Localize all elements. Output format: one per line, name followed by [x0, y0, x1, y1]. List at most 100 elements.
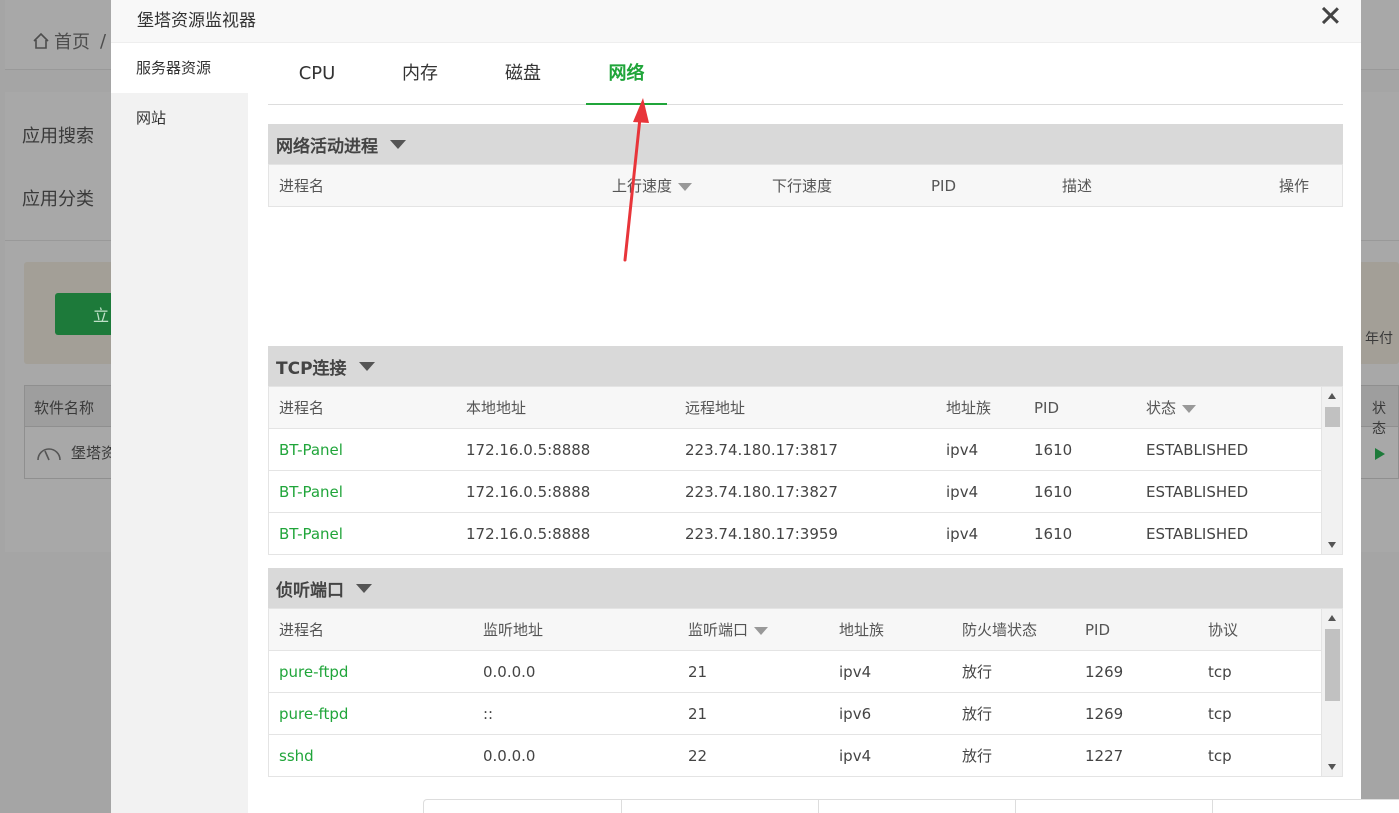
gauge-icon [36, 442, 62, 466]
cell-address-family: ipv6 [839, 705, 872, 723]
table-row: pure-ftpd:: 21 ipv6 放行 1269 tcp [269, 693, 1321, 735]
cell-address-family: ipv4 [946, 441, 979, 459]
cell-listen-port: 21 [688, 663, 708, 681]
caret-down-icon[interactable] [358, 361, 375, 371]
separator [1212, 800, 1213, 813]
cell-process-name[interactable]: BT-Panel [279, 471, 343, 513]
cell-pid: 1610 [1034, 525, 1073, 543]
col-process-name: 进程名 [279, 399, 325, 417]
cell-local-address: 172.16.0.5:8888 [466, 483, 591, 501]
table-row: BT-Panel 172.16.0.5:8888 223.74.180.17:381… [269, 429, 1321, 471]
sort-caret-icon[interactable] [1182, 404, 1197, 413]
breadcrumb-separator: / [100, 30, 107, 52]
side-item-websites[interactable]: 网站 [111, 93, 248, 143]
scroll-down-icon[interactable] [1328, 764, 1336, 770]
scroll-down-icon[interactable] [1328, 542, 1336, 548]
cell-listen-port: 21 [688, 705, 708, 723]
separator [621, 800, 622, 813]
cell-pid: 1610 [1034, 441, 1073, 459]
listen-scrollbar[interactable] [1321, 609, 1342, 776]
cell-remote-address: 223.74.180.17:3827 [685, 483, 838, 501]
listen-section-header[interactable]: 侦听端口 [268, 568, 1343, 608]
bg-right-text-2: 状态 [1372, 401, 1386, 437]
col-process-name: 进程名 [279, 177, 325, 195]
tab-memory[interactable]: 内存 [371, 43, 469, 105]
table-row: sshd 0.0.0.0 22 ipv4 放行 1227 tcp [269, 735, 1321, 777]
bg-row-name: 堡塔资 [71, 444, 117, 462]
home-icon [33, 32, 49, 49]
cell-protocol: tcp [1208, 705, 1232, 723]
col-listen-address: 监听地址 [483, 621, 544, 639]
cell-remote-address: 223.74.180.17:3817 [685, 441, 838, 459]
table-header-row: 进程名 上行速度 下行速度 PID 描述 操作 [269, 165, 1342, 207]
cell-process-name[interactable]: BT-Panel [279, 513, 343, 555]
cell-pid: 1269 [1085, 663, 1124, 681]
cell-address-family: ipv4 [839, 663, 872, 681]
bg-button: 立 [55, 293, 115, 335]
resource-monitor-dialog: 堡塔资源监视器 服务器资源 网站 CPU 内存 磁盘 网络 网络活动进程 进程名… [111, 0, 1399, 813]
bg-label-category: 应用分类 [22, 189, 94, 210]
cell-local-address: 172.16.0.5:8888 [466, 525, 591, 543]
col-pid: PID [1034, 399, 1060, 417]
cell-protocol: tcp [1208, 663, 1232, 681]
col-remote-address: 远程地址 [685, 399, 746, 417]
tab-disk[interactable]: 磁盘 [474, 43, 572, 105]
listen-title: 侦听端口 [276, 580, 344, 601]
scroll-thumb[interactable] [1325, 407, 1340, 427]
cell-firewall-status: 放行 [962, 663, 993, 681]
table-row: BT-Panel 172.16.0.5:8888 223.74.180.17:395… [269, 513, 1321, 555]
cell-remote-address: 223.74.180.17:3959 [685, 525, 838, 543]
bg-col-name: 软件名称 [34, 399, 95, 417]
cell-listen-address: 0.0.0.0 [483, 663, 536, 681]
separator [818, 800, 819, 813]
cell-listen-address: 0.0.0.0 [483, 747, 536, 765]
dialog-title: 堡塔资源监视器 [137, 11, 256, 31]
col-address-family: 地址族 [839, 621, 885, 639]
separator [1015, 800, 1016, 813]
scroll-up-icon[interactable] [1328, 393, 1336, 399]
cell-status: ESTABLISHED [1146, 525, 1249, 543]
cell-pid: 1227 [1085, 747, 1124, 765]
sort-caret-icon[interactable] [678, 182, 693, 191]
col-firewall-status: 防火墙状态 [962, 621, 1038, 639]
net-process-section-header[interactable]: 网络活动进程 [268, 124, 1343, 164]
col-upload-speed[interactable]: 上行速度 [612, 165, 693, 207]
tcp-section-header[interactable]: TCP连接 [268, 346, 1343, 386]
scroll-thumb[interactable] [1325, 629, 1340, 701]
side-item-server-resources[interactable]: 服务器资源 [111, 43, 248, 93]
bottom-summary-box [423, 799, 1399, 813]
tcp-table: 进程名 本地地址 远程地址 地址族 PID 状态 BT-Panel 172.16.… [268, 386, 1343, 555]
caret-down-icon[interactable] [356, 583, 372, 593]
dialog-title-bar: 堡塔资源监视器 [111, 0, 1361, 43]
breadcrumb: 首页 / [32, 28, 106, 54]
sort-caret-icon[interactable] [754, 626, 769, 635]
cell-status: ESTABLISHED [1146, 441, 1249, 459]
close-icon[interactable] [1321, 6, 1339, 24]
col-description: 描述 [1062, 177, 1093, 195]
cell-address-family: ipv4 [946, 525, 979, 543]
listen-table: 进程名 监听地址 监听端口 地址族 防火墙状态 PID 协议 pure-ftpd… [268, 608, 1343, 777]
scroll-up-icon[interactable] [1328, 615, 1336, 621]
tab-cpu[interactable]: CPU [268, 43, 366, 105]
net-process-title: 网络活动进程 [276, 136, 378, 157]
col-listen-port[interactable]: 监听端口 [688, 609, 769, 651]
tab-network[interactable]: 网络 [586, 43, 667, 105]
tcp-title: TCP连接 [276, 358, 347, 379]
caret-down-icon[interactable] [390, 139, 406, 149]
col-pid: PID [931, 177, 957, 195]
tcp-scrollbar[interactable] [1321, 387, 1342, 554]
cell-process-name[interactable]: pure-ftpd [279, 693, 348, 735]
breadcrumb-home: 首页 [54, 32, 90, 53]
cell-process-name[interactable]: pure-ftpd [279, 651, 348, 693]
cell-process-name[interactable]: sshd [279, 735, 314, 777]
cell-status: ESTABLISHED [1146, 483, 1249, 501]
cell-firewall-status: 放行 [962, 705, 993, 723]
col-address-family: 地址族 [946, 399, 992, 417]
col-status[interactable]: 状态 [1146, 387, 1197, 429]
tab-bar: CPU 内存 磁盘 网络 [268, 43, 1343, 105]
cell-protocol: tcp [1208, 747, 1232, 765]
side-nav: 服务器资源 网站 [111, 43, 248, 813]
play-icon [1374, 446, 1386, 465]
col-protocol: 协议 [1208, 621, 1239, 639]
cell-process-name[interactable]: BT-Panel [279, 429, 343, 471]
